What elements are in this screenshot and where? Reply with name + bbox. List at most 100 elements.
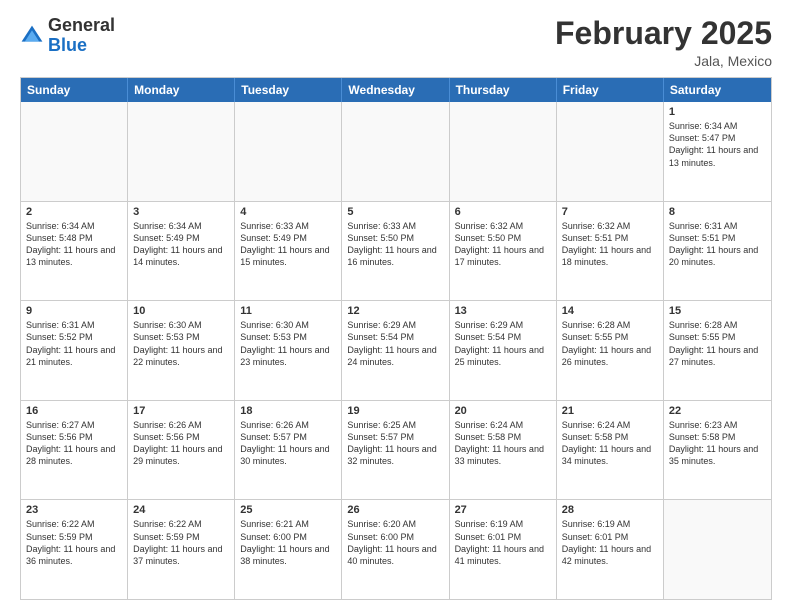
day-cell-11: 11 Sunrise: 6:30 AM Sunset: 5:53 PM Dayli…: [235, 301, 342, 400]
day-cell-2: 2 Sunrise: 6:34 AM Sunset: 5:48 PM Daylig…: [21, 202, 128, 301]
day-number: 26: [347, 504, 443, 516]
day-cell-17: 17Sunrise: 6:26 AM Sunset: 5:56 PM Dayli…: [128, 401, 235, 500]
day-cell-4: 4 Sunrise: 6:33 AM Sunset: 5:49 PM Daylig…: [235, 202, 342, 301]
day-number: 15: [669, 305, 766, 317]
location: Jala, Mexico: [555, 53, 772, 69]
day-cell-25: 25 Sunrise: 6:21 AM Sunset: 6:00 PM Dayli…: [235, 500, 342, 599]
weekday-header-sunday: Sunday: [21, 78, 128, 102]
day-info: Sunrise: 6:28 AM Sunset: 5:55 PM Dayligh…: [669, 319, 766, 368]
logo: General Blue: [20, 16, 115, 56]
day-cell-20: 20 Sunrise: 6:24 AM Sunset: 5:58 PM Dayli…: [450, 401, 557, 500]
weekday-header-tuesday: Tuesday: [235, 78, 342, 102]
day-info: Sunrise: 6:34 AM Sunset: 5:49 PM Dayligh…: [133, 220, 229, 269]
day-cell-15: 15 Sunrise: 6:28 AM Sunset: 5:55 PM Dayli…: [664, 301, 771, 400]
day-info: Sunrise: 6:24 AM Sunset: 5:58 PM Dayligh…: [455, 419, 551, 468]
empty-cell-r0c5: [557, 102, 664, 201]
empty-cell-r0c0: [21, 102, 128, 201]
weekday-header-monday: Monday: [128, 78, 235, 102]
day-cell-12: 12 Sunrise: 6:29 AM Sunset: 5:54 PM Dayli…: [342, 301, 449, 400]
day-number: 3: [133, 206, 229, 218]
day-number: 8: [669, 206, 766, 218]
day-number: 23: [26, 504, 122, 516]
day-number: 6: [455, 206, 551, 218]
day-info: Sunrise: 6:34 AM Sunset: 5:48 PM Dayligh…: [26, 220, 122, 269]
day-info: Sunrise: 6:26 AM Sunset: 5:56 PM Dayligh…: [133, 419, 229, 468]
weekday-header-friday: Friday: [557, 78, 664, 102]
day-cell-23: 23Sunrise: 6:22 AM Sunset: 5:59 PM Dayli…: [21, 500, 128, 599]
day-info: Sunrise: 6:29 AM Sunset: 5:54 PM Dayligh…: [347, 319, 443, 368]
logo-text: General Blue: [48, 16, 115, 56]
calendar-row-3: 9 Sunrise: 6:31 AM Sunset: 5:52 PM Daylig…: [21, 300, 771, 400]
calendar: SundayMondayTuesdayWednesdayThursdayFrid…: [20, 77, 772, 600]
weekday-header-wednesday: Wednesday: [342, 78, 449, 102]
day-number: 14: [562, 305, 658, 317]
day-info: Sunrise: 6:29 AM Sunset: 5:54 PM Dayligh…: [455, 319, 551, 368]
day-info: Sunrise: 6:30 AM Sunset: 5:53 PM Dayligh…: [133, 319, 229, 368]
header: General Blue February 2025 Jala, Mexico: [20, 16, 772, 69]
day-number: 27: [455, 504, 551, 516]
day-number: 11: [240, 305, 336, 317]
empty-cell-r0c1: [128, 102, 235, 201]
day-number: 24: [133, 504, 229, 516]
day-cell-8: 8 Sunrise: 6:31 AM Sunset: 5:51 PM Daylig…: [664, 202, 771, 301]
day-info: Sunrise: 6:32 AM Sunset: 5:50 PM Dayligh…: [455, 220, 551, 269]
day-info: Sunrise: 6:21 AM Sunset: 6:00 PM Dayligh…: [240, 518, 336, 567]
day-number: 10: [133, 305, 229, 317]
day-cell-1: 1Sunrise: 6:34 AM Sunset: 5:47 PM Daylig…: [664, 102, 771, 201]
day-cell-22: 22 Sunrise: 6:23 AM Sunset: 5:58 PM Dayli…: [664, 401, 771, 500]
logo-icon: [20, 24, 44, 48]
day-number: 13: [455, 305, 551, 317]
day-number: 9: [26, 305, 122, 317]
day-cell-13: 13 Sunrise: 6:29 AM Sunset: 5:54 PM Dayli…: [450, 301, 557, 400]
day-info: Sunrise: 6:28 AM Sunset: 5:55 PM Dayligh…: [562, 319, 658, 368]
day-number: 5: [347, 206, 443, 218]
day-number: 21: [562, 405, 658, 417]
day-cell-9: 9 Sunrise: 6:31 AM Sunset: 5:52 PM Daylig…: [21, 301, 128, 400]
day-info: Sunrise: 6:27 AM Sunset: 5:56 PM Dayligh…: [26, 419, 122, 468]
day-info: Sunrise: 6:26 AM Sunset: 5:57 PM Dayligh…: [240, 419, 336, 468]
day-info: Sunrise: 6:20 AM Sunset: 6:00 PM Dayligh…: [347, 518, 443, 567]
day-number: 4: [240, 206, 336, 218]
day-cell-3: 3 Sunrise: 6:34 AM Sunset: 5:49 PM Daylig…: [128, 202, 235, 301]
logo-general-text: General: [48, 15, 115, 35]
day-info: Sunrise: 6:25 AM Sunset: 5:57 PM Dayligh…: [347, 419, 443, 468]
day-number: 18: [240, 405, 336, 417]
page: General Blue February 2025 Jala, Mexico …: [0, 0, 792, 612]
day-number: 7: [562, 206, 658, 218]
calendar-header: SundayMondayTuesdayWednesdayThursdayFrid…: [21, 78, 771, 102]
empty-cell-r0c2: [235, 102, 342, 201]
day-cell-10: 10 Sunrise: 6:30 AM Sunset: 5:53 PM Dayli…: [128, 301, 235, 400]
day-info: Sunrise: 6:30 AM Sunset: 5:53 PM Dayligh…: [240, 319, 336, 368]
day-info: Sunrise: 6:34 AM Sunset: 5:47 PM Dayligh…: [669, 120, 766, 169]
day-cell-7: 7Sunrise: 6:32 AM Sunset: 5:51 PM Daylig…: [557, 202, 664, 301]
weekday-header-saturday: Saturday: [664, 78, 771, 102]
day-info: Sunrise: 6:24 AM Sunset: 5:58 PM Dayligh…: [562, 419, 658, 468]
empty-cell-r4c6: [664, 500, 771, 599]
day-number: 22: [669, 405, 766, 417]
day-number: 20: [455, 405, 551, 417]
day-cell-6: 6 Sunrise: 6:32 AM Sunset: 5:50 PM Daylig…: [450, 202, 557, 301]
day-number: 12: [347, 305, 443, 317]
month-title: February 2025: [555, 16, 772, 51]
day-number: 28: [562, 504, 658, 516]
day-info: Sunrise: 6:19 AM Sunset: 6:01 PM Dayligh…: [455, 518, 551, 567]
day-info: Sunrise: 6:33 AM Sunset: 5:49 PM Dayligh…: [240, 220, 336, 269]
day-info: Sunrise: 6:19 AM Sunset: 6:01 PM Dayligh…: [562, 518, 658, 567]
calendar-row-1: 1Sunrise: 6:34 AM Sunset: 5:47 PM Daylig…: [21, 102, 771, 201]
day-cell-27: 27 Sunrise: 6:19 AM Sunset: 6:01 PM Dayli…: [450, 500, 557, 599]
calendar-row-5: 23Sunrise: 6:22 AM Sunset: 5:59 PM Dayli…: [21, 499, 771, 599]
empty-cell-r0c3: [342, 102, 449, 201]
day-number: 25: [240, 504, 336, 516]
day-number: 16: [26, 405, 122, 417]
empty-cell-r0c4: [450, 102, 557, 201]
day-info: Sunrise: 6:31 AM Sunset: 5:51 PM Dayligh…: [669, 220, 766, 269]
calendar-body: 1Sunrise: 6:34 AM Sunset: 5:47 PM Daylig…: [21, 102, 771, 599]
day-cell-14: 14 Sunrise: 6:28 AM Sunset: 5:55 PM Dayli…: [557, 301, 664, 400]
calendar-row-4: 16 Sunrise: 6:27 AM Sunset: 5:56 PM Dayli…: [21, 400, 771, 500]
day-info: Sunrise: 6:31 AM Sunset: 5:52 PM Dayligh…: [26, 319, 122, 368]
logo-blue-text: Blue: [48, 35, 87, 55]
day-cell-16: 16 Sunrise: 6:27 AM Sunset: 5:56 PM Dayli…: [21, 401, 128, 500]
calendar-row-2: 2 Sunrise: 6:34 AM Sunset: 5:48 PM Daylig…: [21, 201, 771, 301]
day-info: Sunrise: 6:23 AM Sunset: 5:58 PM Dayligh…: [669, 419, 766, 468]
day-number: 2: [26, 206, 122, 218]
